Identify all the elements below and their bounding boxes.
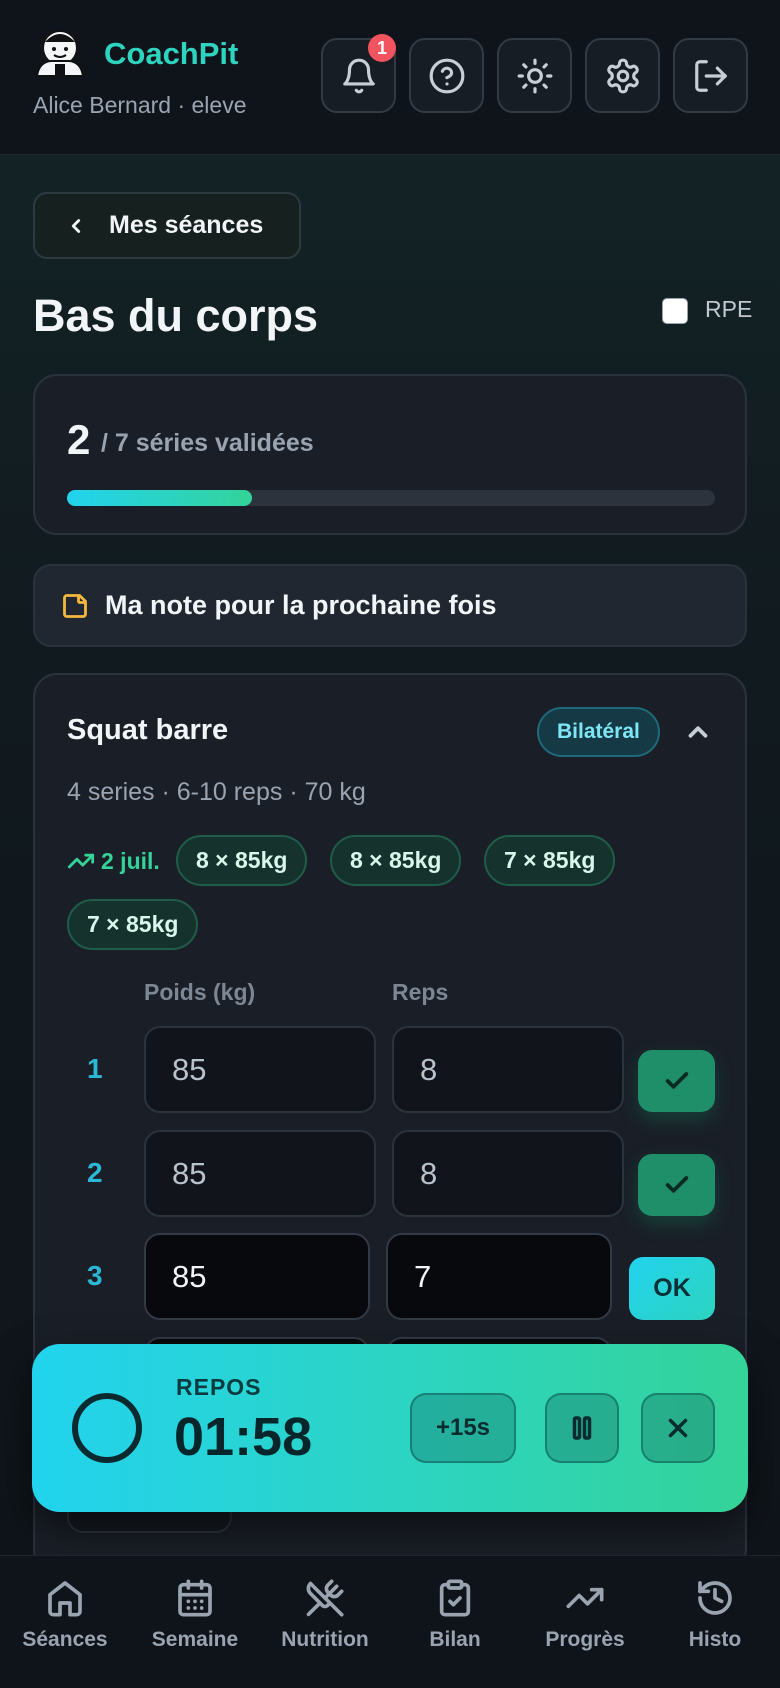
progress-bar-fill <box>67 490 253 506</box>
set-done-button[interactable] <box>638 1050 715 1112</box>
history-chip: 8 × 85kg <box>176 835 308 886</box>
app-name: CoachPit <box>104 36 239 71</box>
nav-label: Semaine <box>151 1628 239 1651</box>
logout-icon <box>694 59 727 92</box>
set-done-button[interactable] <box>638 1154 715 1216</box>
logout-button[interactable] <box>673 38 748 113</box>
check-icon <box>665 1176 688 1193</box>
validate-set-button[interactable]: OK <box>629 1257 715 1320</box>
rest-time: 01:58 <box>174 1407 313 1467</box>
history-icon <box>698 1581 732 1615</box>
theme-toggle-button[interactable] <box>497 38 572 113</box>
progress-card: 2 / 7 séries validées <box>33 374 747 535</box>
pause-icon <box>572 1416 592 1440</box>
trending-up-icon <box>67 853 95 869</box>
back-label: Mes séances <box>109 211 264 239</box>
home-icon <box>48 1581 82 1617</box>
app-header: CoachPit Alice Bernard · eleve 1 <box>0 0 780 155</box>
check-icon <box>665 1072 688 1089</box>
reps-input[interactable]: 7 <box>386 1233 612 1320</box>
exercise-meta: 4 series · 6-10 reps · 70 kg <box>67 778 366 806</box>
nav-label: Histo <box>688 1628 742 1651</box>
rpe-checkbox[interactable] <box>662 298 688 324</box>
rpe-label: RPE <box>705 296 753 322</box>
set-number: 2 <box>87 1157 103 1188</box>
progress-bar <box>67 490 715 506</box>
chevron-up-icon <box>688 726 708 738</box>
nav-label: Bilan <box>429 1628 481 1651</box>
coach-logo-icon <box>33 28 87 78</box>
help-button[interactable] <box>409 38 484 113</box>
bottom-navigation: Séances Semaine Nutrition Bilan Progrès … <box>0 1555 780 1688</box>
exercise-tag: Bilatéral <box>537 707 660 757</box>
reps-column-header: Reps <box>392 979 449 1005</box>
page-title: Bas du corps <box>33 290 319 341</box>
sticky-note-icon <box>63 593 87 618</box>
nav-semaine[interactable]: Semaine <box>130 1556 260 1688</box>
add-15s-label: +15s <box>435 1414 491 1441</box>
chevron-left-icon <box>71 218 81 233</box>
pause-button[interactable] <box>545 1393 619 1463</box>
nav-label: Progrès <box>545 1628 625 1651</box>
last-session: 2 juil. <box>67 847 160 875</box>
close-icon <box>668 1418 688 1438</box>
weight-input[interactable]: 85 <box>144 1130 376 1217</box>
note-button[interactable]: Ma note pour la prochaine fois <box>33 564 747 647</box>
help-icon <box>429 58 464 93</box>
rest-label: REPOS <box>176 1374 262 1400</box>
last-session-date: 2 juil. <box>101 847 160 874</box>
clipboard-check-icon <box>439 1579 471 1617</box>
sun-icon <box>517 58 552 93</box>
weight-input[interactable]: 85 <box>144 1026 376 1113</box>
rest-timer: REPOS 01:58 +15s <box>32 1344 748 1512</box>
add-15s-button[interactable]: +15s <box>410 1393 516 1463</box>
nav-histo[interactable]: Histo <box>650 1556 780 1688</box>
history-chip: 7 × 85kg <box>67 899 199 950</box>
reps-input[interactable]: 8 <box>392 1026 624 1113</box>
exercise-name: Squat barre <box>67 714 229 746</box>
settings-button[interactable] <box>585 38 660 113</box>
utensils-crossed-icon <box>306 1579 344 1617</box>
history-chip: 7 × 85kg <box>484 835 616 886</box>
back-to-sessions-button[interactable]: Mes séances <box>33 192 301 259</box>
nav-bilan[interactable]: Bilan <box>390 1556 520 1688</box>
notification-badge: 1 <box>368 34 396 62</box>
history-chip: 8 × 85kg <box>330 835 462 886</box>
calendar-icon <box>178 1579 212 1617</box>
bell-icon <box>342 58 375 93</box>
sets-total-text: / 7 séries validées <box>101 429 314 457</box>
notifications-button[interactable]: 1 <box>321 34 396 113</box>
user-info: Alice Bernard · eleve <box>33 92 247 118</box>
sets-done-count: 2 <box>67 416 91 463</box>
nav-seances[interactable]: Séances <box>0 1556 130 1688</box>
weight-column-header: Poids (kg) <box>144 979 256 1005</box>
nav-label: Séances <box>22 1628 108 1651</box>
reps-input[interactable]: 8 <box>392 1130 624 1217</box>
set-number: 3 <box>87 1260 103 1291</box>
close-timer-button[interactable] <box>641 1393 715 1463</box>
nav-progres[interactable]: Progrès <box>520 1556 650 1688</box>
gear-icon <box>606 58 639 93</box>
weight-input[interactable]: 85 <box>144 1233 370 1320</box>
collapse-exercise-button[interactable] <box>683 717 713 747</box>
nav-label: Nutrition <box>281 1628 369 1651</box>
trending-up-icon <box>566 1587 604 1609</box>
nav-nutrition[interactable]: Nutrition <box>260 1556 390 1688</box>
note-label: Ma note pour la prochaine fois <box>105 590 497 620</box>
set-number: 1 <box>87 1053 103 1084</box>
timer-ring-icon <box>72 1393 142 1463</box>
